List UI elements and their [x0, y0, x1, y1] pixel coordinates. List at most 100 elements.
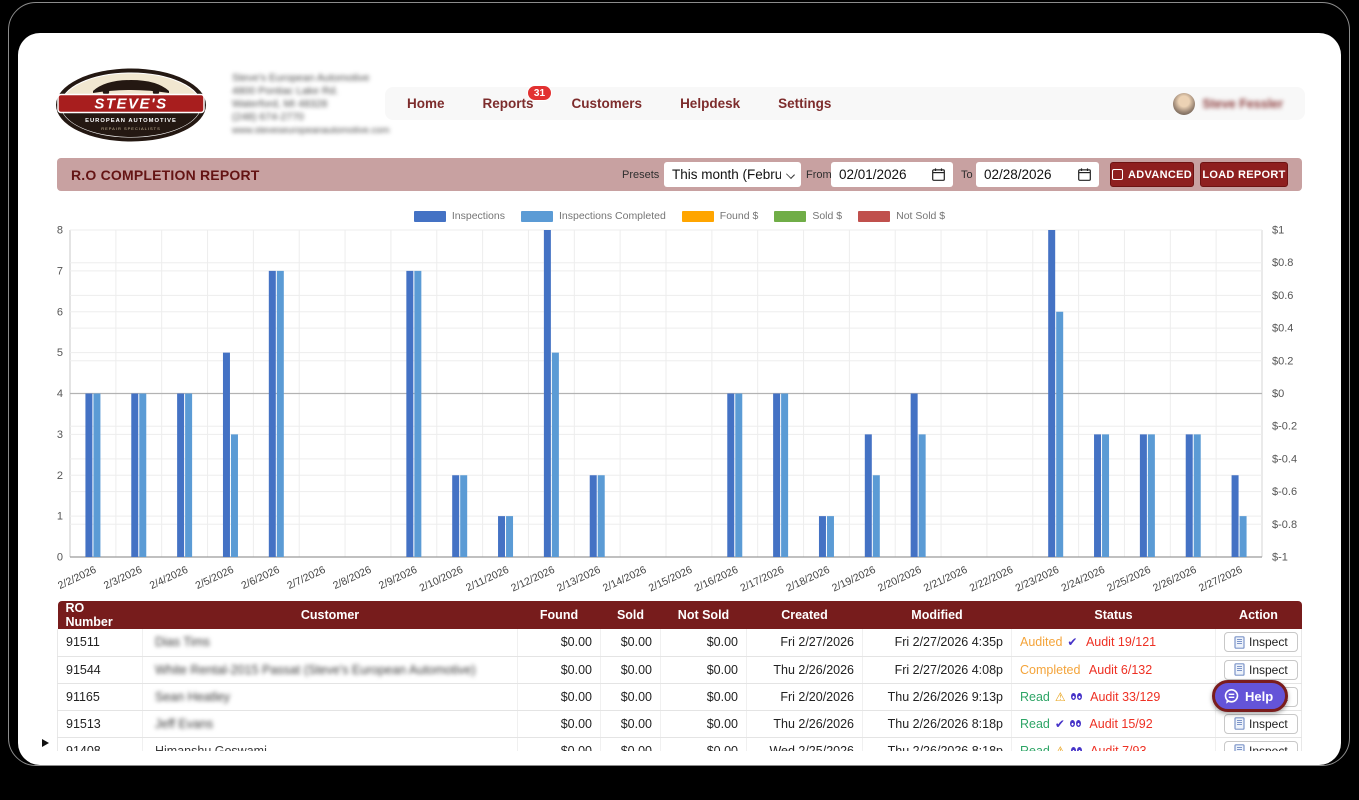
- bar-inspections-completed: [414, 271, 421, 557]
- ro-number-cell: 91513: [58, 710, 143, 737]
- ro-number-cell: 91544: [58, 656, 143, 683]
- column-header-status: Status: [1012, 601, 1216, 629]
- document-icon: [1234, 717, 1245, 730]
- nav-item-label: Home: [407, 96, 445, 111]
- bar-inspections-completed: [1056, 312, 1063, 557]
- legend-label: Inspections: [452, 210, 505, 222]
- axis-tick-label: $0.4: [1272, 323, 1293, 335]
- reports-badge: 31: [527, 85, 551, 101]
- axis-tick-label: 2/5/2026: [194, 564, 236, 592]
- inspect-button[interactable]: Inspect: [1224, 660, 1298, 680]
- ro-number-cell: 91408: [58, 737, 143, 751]
- status-audit: Audit 33/129: [1087, 690, 1161, 704]
- modified-cell: Fri 2/27/2026 4:08p: [863, 656, 1012, 683]
- bar-inspections-completed: [873, 475, 880, 557]
- legend-label: Inspections Completed: [559, 210, 666, 222]
- column-header-not-sold: Not Sold: [661, 601, 747, 629]
- status-state: Audited: [1020, 635, 1062, 649]
- axis-tick-label: $0.6: [1272, 290, 1293, 302]
- bar-inspections-completed: [1102, 434, 1109, 557]
- inspect-button[interactable]: Inspect: [1224, 741, 1298, 752]
- legend-item: Sold $: [774, 210, 842, 222]
- bar-inspections-completed: [460, 475, 467, 557]
- inspect-button[interactable]: Inspect: [1224, 632, 1298, 652]
- modified-cell: Fri 2/27/2026 4:35p: [863, 629, 1012, 656]
- to-date-input[interactable]: 02/28/2026: [976, 162, 1099, 187]
- check-icon: ✔: [1055, 717, 1065, 731]
- eyes-icon: [1071, 747, 1082, 751]
- legend-swatch-icon: [858, 211, 890, 222]
- address-line: 4800 Pontiac Lake Rd.: [232, 85, 389, 98]
- axis-tick-label: 2/19/2026: [830, 564, 878, 595]
- report-toolbar: R.O COMPLETION REPORT Presets This month…: [57, 158, 1302, 191]
- document-icon: [1234, 663, 1245, 676]
- created-cell: Fri 2/20/2026: [747, 683, 863, 710]
- user-chip[interactable]: Steve Fessler: [1173, 93, 1283, 115]
- load-report-button[interactable]: LOAD REPORT: [1200, 162, 1288, 187]
- bar-inspections: [865, 434, 872, 557]
- sold-cell: $0.00: [601, 737, 661, 751]
- axis-tick-label: 2/6/2026: [239, 564, 281, 592]
- modified-cell: Thu 2/26/2026 8:18p: [863, 710, 1012, 737]
- legend-swatch-icon: [774, 211, 806, 222]
- bar-inspections-completed: [185, 394, 192, 558]
- presets-dropdown[interactable]: This month (Februa: [664, 162, 801, 187]
- legend-swatch-icon: [682, 211, 714, 222]
- bar-inspections-completed: [735, 394, 742, 558]
- not-sold-cell: $0.00: [661, 710, 747, 737]
- axis-tick-label: 2/18/2026: [784, 564, 832, 595]
- user-avatar: [1173, 93, 1195, 115]
- bar-inspections: [1140, 434, 1147, 557]
- nav-item-reports[interactable]: Reports31: [483, 96, 534, 111]
- not-sold-cell: $0.00: [661, 683, 747, 710]
- nav-item-settings[interactable]: Settings: [778, 96, 831, 111]
- bar-inspections-completed: [598, 475, 605, 557]
- axis-tick-label: $-0.6: [1272, 486, 1297, 498]
- axis-tick-label: 2/14/2026: [601, 564, 649, 595]
- nav-item-helpdesk[interactable]: Helpdesk: [680, 96, 740, 111]
- advanced-checkbox[interactable]: [1112, 169, 1123, 180]
- status-cell: Audited✔ Audit 19/121: [1012, 629, 1216, 656]
- page-title: R.O COMPLETION REPORT: [71, 158, 260, 191]
- bar-inspections-completed: [1148, 434, 1155, 557]
- axis-tick-label: $-0.2: [1272, 421, 1297, 433]
- customer-name: Dias Tims: [155, 635, 210, 649]
- action-cell: Inspect: [1216, 710, 1302, 737]
- eyes-icon: [1070, 720, 1081, 727]
- sold-cell: $0.00: [601, 683, 661, 710]
- axis-tick-label: 2/9/2026: [377, 564, 419, 592]
- axis-tick-label: $0.8: [1272, 257, 1293, 269]
- customer-name: Sean Heatley: [155, 690, 230, 704]
- nav-item-customers[interactable]: Customers: [572, 96, 643, 111]
- axis-tick-label: 2/24/2026: [1059, 564, 1107, 595]
- company-address: Steve's European Automotive4800 Pontiac …: [232, 72, 389, 137]
- bar-inspections-completed: [231, 434, 238, 557]
- created-cell: Thu 2/26/2026: [747, 656, 863, 683]
- nav-item-home[interactable]: Home: [407, 96, 445, 111]
- help-button[interactable]: Help: [1212, 680, 1288, 712]
- table-row: 91513Jeff Evans$0.00$0.00$0.00Thu 2/26/2…: [58, 710, 1302, 737]
- from-date-input[interactable]: 02/01/2026: [831, 162, 953, 187]
- created-cell: Thu 2/26/2026: [747, 710, 863, 737]
- not-sold-cell: $0.00: [661, 737, 747, 751]
- ro-table-container[interactable]: RO NumberCustomerFoundSoldNot SoldCreate…: [57, 601, 1302, 751]
- axis-tick-label: 2/23/2026: [1014, 564, 1062, 595]
- status-audit: Audit 19/121: [1082, 635, 1156, 649]
- axis-tick-label: 2/17/2026: [738, 564, 786, 595]
- axis-tick-label: 2/3/2026: [102, 564, 144, 592]
- chat-icon: [1223, 688, 1240, 705]
- not-sold-cell: $0.00: [661, 629, 747, 656]
- address-line: Waterford, MI 48328: [232, 98, 389, 111]
- bar-inspections-completed: [277, 271, 284, 557]
- axis-tick-label: $1: [1272, 225, 1284, 237]
- bar-inspections: [269, 271, 276, 557]
- axis-tick-label: 2/12/2026: [509, 564, 557, 595]
- bar-inspections: [498, 516, 505, 557]
- advanced-toggle-button[interactable]: ADVANCED: [1110, 162, 1194, 187]
- action-cell: Inspect: [1216, 629, 1302, 656]
- created-cell: Fri 2/27/2026: [747, 629, 863, 656]
- status-cell: Read⚠ Audit 33/129: [1012, 683, 1216, 710]
- inspect-button[interactable]: Inspect: [1224, 714, 1298, 734]
- legend-label: Found $: [720, 210, 759, 222]
- status-audit: Audit 6/132: [1085, 663, 1152, 677]
